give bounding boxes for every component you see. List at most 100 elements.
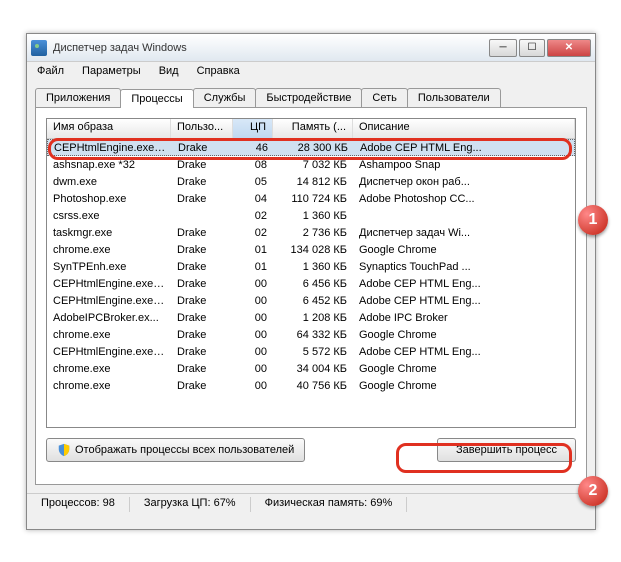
cell-mem: 7 032 КБ [273, 158, 353, 172]
annotation-badge-1: 1 [578, 205, 608, 235]
cell-cpu: 01 [233, 260, 273, 274]
cell-cpu: 02 [233, 209, 273, 223]
cell-mem: 40 756 КБ [273, 379, 353, 393]
menubar: Файл Параметры Вид Справка [27, 62, 595, 82]
cell-cpu: 46 [234, 141, 274, 155]
tab-content: Имя образа Пользо... ЦП Память (... Опис… [35, 107, 587, 485]
cell-user: Drake [171, 260, 233, 274]
cell-image: dwm.exe [47, 175, 171, 189]
cell-cpu: 00 [233, 345, 273, 359]
titlebar[interactable]: Диспетчер задач Windows ─ ☐ ✕ [27, 34, 595, 62]
col-image[interactable]: Имя образа [47, 119, 171, 138]
tab-processes[interactable]: Процессы [120, 89, 193, 108]
table-row[interactable]: ashsnap.exe *32Drake087 032 КБAshampoo S… [47, 156, 575, 173]
cell-desc: Google Chrome [353, 328, 575, 342]
cell-user: Drake [172, 141, 234, 155]
cell-image: CEPHtmlEngine.exe ... [47, 345, 171, 359]
tab-users[interactable]: Пользователи [407, 88, 501, 107]
col-memory[interactable]: Память (... [273, 119, 353, 138]
cell-desc: Google Chrome [353, 379, 575, 393]
cell-cpu: 02 [233, 226, 273, 240]
table-row[interactable]: CEPHtmlEngine.exe ...Drake4628 300 КБAdo… [47, 139, 575, 156]
cell-image: CEPHtmlEngine.exe ... [48, 141, 172, 155]
menu-help[interactable]: Справка [195, 64, 242, 80]
cell-desc: Google Chrome [353, 362, 575, 376]
tab-services[interactable]: Службы [193, 88, 257, 107]
close-button[interactable]: ✕ [547, 39, 591, 57]
cell-cpu: 04 [233, 192, 273, 206]
cell-user [171, 215, 233, 217]
table-row[interactable]: chrome.exeDrake01134 028 КБGoogle Chrome [47, 241, 575, 258]
process-table: Имя образа Пользо... ЦП Память (... Опис… [46, 118, 576, 428]
tab-performance[interactable]: Быстродействие [255, 88, 362, 107]
cell-desc: Adobe Photoshop CC... [353, 192, 575, 206]
cell-image: chrome.exe [47, 379, 171, 393]
table-row[interactable]: csrss.exe 021 360 КБ [47, 207, 575, 224]
table-header: Имя образа Пользо... ЦП Память (... Опис… [47, 119, 575, 139]
cell-desc: Adobe CEP HTML Eng... [354, 141, 574, 155]
table-row[interactable]: taskmgr.exeDrake022 736 КБДиспетчер зада… [47, 224, 575, 241]
cell-mem: 14 812 КБ [273, 175, 353, 189]
task-manager-window: Диспетчер задач Windows ─ ☐ ✕ Файл Парам… [26, 33, 596, 530]
window-title: Диспетчер задач Windows [53, 42, 489, 54]
cell-image: chrome.exe [47, 362, 171, 376]
cell-mem: 64 332 КБ [273, 328, 353, 342]
cell-mem: 6 456 КБ [273, 277, 353, 291]
menu-options[interactable]: Параметры [80, 64, 143, 80]
show-all-users-button[interactable]: Отображать процессы всех пользователей [46, 438, 305, 462]
status-processes: Процессов: 98 [27, 497, 130, 512]
table-row[interactable]: chrome.exeDrake0064 332 КБGoogle Chrome [47, 326, 575, 343]
minimize-button[interactable]: ─ [489, 39, 517, 57]
maximize-button[interactable]: ☐ [519, 39, 545, 57]
cell-image: CEPHtmlEngine.exe ... [47, 277, 171, 291]
cell-user: Drake [171, 243, 233, 257]
table-row[interactable]: Photoshop.exeDrake04110 724 КБAdobe Phot… [47, 190, 575, 207]
cell-cpu: 00 [233, 311, 273, 325]
cell-desc: Ashampoo Snap [353, 158, 575, 172]
cell-desc: Диспетчер задач Wi... [353, 226, 575, 240]
table-row[interactable]: AdobeIPCBroker.ex...Drake001 208 КБAdobe… [47, 309, 575, 326]
cell-mem: 34 004 КБ [273, 362, 353, 376]
tab-applications[interactable]: Приложения [35, 88, 121, 107]
cell-user: Drake [171, 311, 233, 325]
cell-user: Drake [171, 226, 233, 240]
col-description[interactable]: Описание [353, 119, 575, 138]
cell-cpu: 00 [233, 294, 273, 308]
cell-image: csrss.exe [47, 209, 171, 223]
cell-mem: 1 360 КБ [273, 260, 353, 274]
table-row[interactable]: CEPHtmlEngine.exe ...Drake005 572 КБAdob… [47, 343, 575, 360]
cell-mem: 1 360 КБ [273, 209, 353, 223]
cell-desc: Adobe CEP HTML Eng... [353, 345, 575, 359]
end-process-button[interactable]: Завершить процесс [437, 438, 576, 462]
cell-cpu: 00 [233, 277, 273, 291]
cell-user: Drake [171, 379, 233, 393]
cell-user: Drake [171, 158, 233, 172]
cell-mem: 1 208 КБ [273, 311, 353, 325]
menu-file[interactable]: Файл [35, 64, 66, 80]
status-memory: Физическая память: 69% [251, 497, 408, 512]
cell-user: Drake [171, 175, 233, 189]
cell-image: SynTPEnh.exe [47, 260, 171, 274]
table-row[interactable]: chrome.exeDrake0034 004 КБGoogle Chrome [47, 360, 575, 377]
menu-view[interactable]: Вид [157, 64, 181, 80]
cell-mem: 2 736 КБ [273, 226, 353, 240]
statusbar: Процессов: 98 Загрузка ЦП: 67% Физическа… [27, 493, 595, 515]
table-body[interactable]: CEPHtmlEngine.exe ...Drake4628 300 КБAdo… [47, 139, 575, 428]
cell-user: Drake [171, 328, 233, 342]
cell-user: Drake [171, 277, 233, 291]
cell-desc: Adobe CEP HTML Eng... [353, 277, 575, 291]
col-user[interactable]: Пользо... [171, 119, 233, 138]
table-row[interactable]: CEPHtmlEngine.exe ...Drake006 456 КБAdob… [47, 275, 575, 292]
table-row[interactable]: dwm.exeDrake0514 812 КБДиспетчер окон ра… [47, 173, 575, 190]
cell-image: Photoshop.exe [47, 192, 171, 206]
table-row[interactable]: CEPHtmlEngine.exe ...Drake006 452 КБAdob… [47, 292, 575, 309]
cell-desc: Adobe IPC Broker [353, 311, 575, 325]
cell-cpu: 00 [233, 362, 273, 376]
cell-cpu: 00 [233, 328, 273, 342]
table-row[interactable]: chrome.exeDrake0040 756 КБGoogle Chrome [47, 377, 575, 394]
end-process-label: Завершить процесс [456, 444, 557, 456]
table-row[interactable]: SynTPEnh.exeDrake011 360 КБSynaptics Tou… [47, 258, 575, 275]
col-cpu[interactable]: ЦП [233, 119, 273, 138]
tab-network[interactable]: Сеть [361, 88, 407, 107]
cell-cpu: 00 [233, 379, 273, 393]
